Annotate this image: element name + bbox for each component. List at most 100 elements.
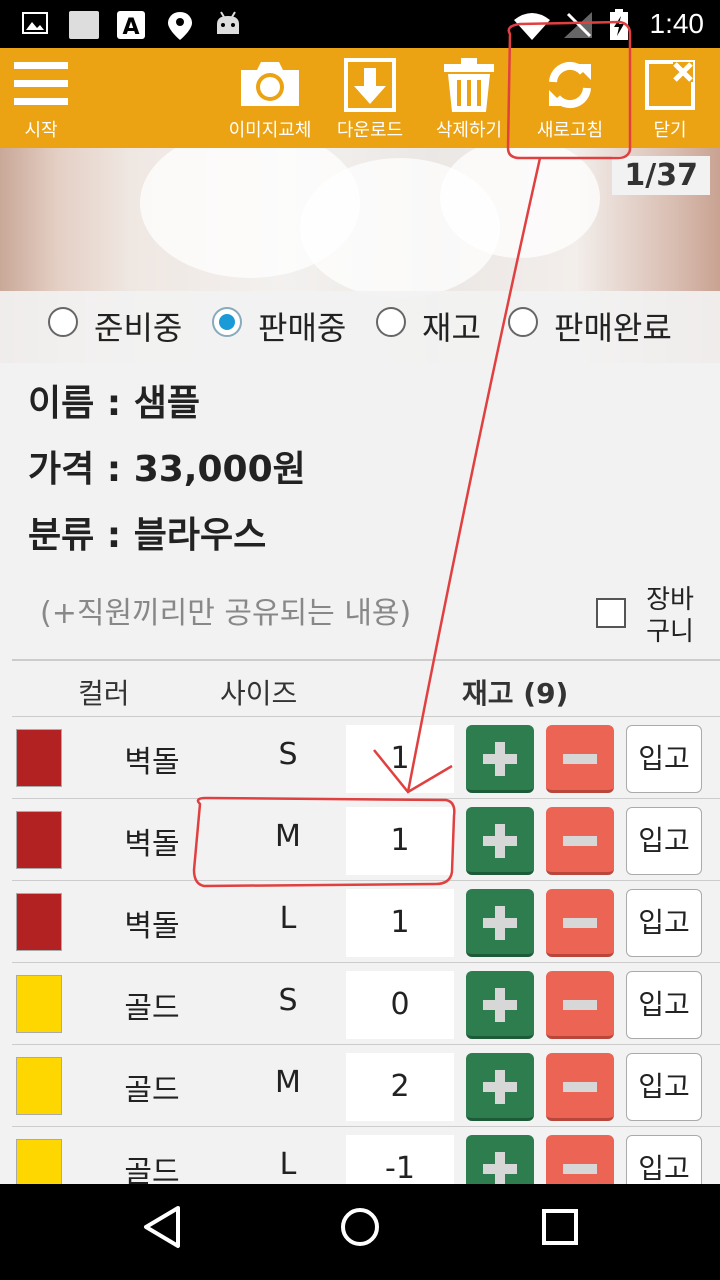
close-button[interactable]: 닫기 <box>634 48 706 148</box>
trash-icon <box>444 58 494 112</box>
top-toolbar: 시작 이미지교체 다운로드 삭제하기 새로고침 닫기 <box>0 48 720 148</box>
size-value: M <box>275 819 301 854</box>
memo-field[interactable]: (+직원끼리만 공유되는 내용) <box>40 588 411 632</box>
image-notification-icon <box>22 12 48 34</box>
dress-ruffle-shape <box>440 148 600 258</box>
increase-button[interactable] <box>466 807 534 875</box>
a-notification-icon: A <box>117 11 145 40</box>
download-button[interactable]: 다운로드 <box>328 48 412 148</box>
decrease-button[interactable] <box>546 807 614 875</box>
color-name: 벽돌 <box>124 909 180 944</box>
size-value: S <box>278 737 298 772</box>
radio-circle-checked <box>212 307 242 337</box>
receive-stock-button[interactable]: 입고 <box>626 1053 702 1121</box>
header-stock: 재고 (9) <box>462 677 569 710</box>
product-category: 분류 : 블라우스 <box>28 515 267 556</box>
product-price: 가격 : 33,000원 <box>28 449 306 490</box>
quantity-field[interactable]: 2 <box>346 1053 454 1121</box>
quantity-field[interactable]: 1 <box>346 889 454 957</box>
stock-table: 벽돌 S 1 입고 벽돌 M 1 입고 벽돌 L 1 입고 골드 S 0 입고 … <box>0 716 720 1184</box>
menu-label: 시작 <box>24 120 58 141</box>
quantity-field[interactable]: 0 <box>346 971 454 1039</box>
receive-stock-button[interactable]: 입고 <box>626 725 702 793</box>
radio-label: 판매완료 <box>554 309 672 347</box>
hamburger-menu-icon <box>14 62 68 105</box>
quantity-field[interactable]: 1 <box>346 725 454 793</box>
color-name: 골드 <box>124 1155 180 1184</box>
size-value: S <box>278 983 298 1018</box>
camera-icon <box>241 62 299 106</box>
decrease-button[interactable] <box>546 1053 614 1121</box>
location-notification-icon <box>168 12 192 40</box>
color-name: 골드 <box>124 991 180 1026</box>
signal-off-icon <box>564 12 592 38</box>
decrease-button[interactable] <box>546 1135 614 1184</box>
menu-button[interactable]: 시작 <box>8 48 74 148</box>
increase-button[interactable] <box>466 1135 534 1184</box>
quantity-field[interactable]: 1 <box>346 807 454 875</box>
refresh-button[interactable]: 새로고침 <box>526 48 614 148</box>
size-value: L <box>279 1147 297 1182</box>
delete-label: 삭제하기 <box>435 120 503 141</box>
quantity-field[interactable]: -1 <box>346 1135 454 1184</box>
cart-label: 장바 구니 <box>646 585 694 647</box>
status-radio-group: 준비중 판매중 재고 판매완료 <box>0 291 720 363</box>
image-counter: 1/37 <box>612 156 710 195</box>
color-name: 벽돌 <box>124 745 180 780</box>
download-icon <box>344 58 396 112</box>
color-swatch <box>16 1057 62 1115</box>
radio-label: 준비중 <box>94 309 183 347</box>
header-color: 컬러 <box>78 677 130 710</box>
increase-button[interactable] <box>466 725 534 793</box>
decrease-button[interactable] <box>546 971 614 1039</box>
system-nav-bar <box>0 1184 720 1280</box>
increase-button[interactable] <box>466 1053 534 1121</box>
cart-checkbox[interactable] <box>596 598 626 628</box>
svg-text:A: A <box>122 15 139 40</box>
product-name: 이름 : 샘플 <box>28 383 200 424</box>
recents-icon[interactable] <box>540 1202 580 1252</box>
delete-button[interactable]: 삭제하기 <box>426 48 512 148</box>
color-name: 골드 <box>124 1073 180 1108</box>
increase-button[interactable] <box>466 971 534 1039</box>
radio-circle <box>508 307 538 337</box>
radio-label: 재고 <box>422 309 481 347</box>
close-label: 닫기 <box>653 120 687 141</box>
increase-button[interactable] <box>466 889 534 957</box>
product-image[interactable]: 1/37 준비중 판매중 재고 판매완료 <box>0 148 720 363</box>
table-row: 벽돌 L 1 입고 <box>12 880 720 962</box>
change-image-label: 이미지교체 <box>228 120 312 141</box>
table-row: 골드 M 2 입고 <box>12 1044 720 1126</box>
size-value: M <box>275 1065 301 1100</box>
radio-circle <box>48 307 78 337</box>
table-row: 벽돌 M 1 입고 <box>12 798 720 880</box>
color-swatch <box>16 975 62 1033</box>
color-swatch <box>16 893 62 951</box>
battery-charging-icon <box>610 9 628 40</box>
receive-stock-button[interactable]: 입고 <box>626 1135 702 1184</box>
status-bar: A 1:40 <box>0 0 720 48</box>
table-row: 벽돌 S 1 입고 <box>12 716 720 798</box>
color-swatch <box>16 729 62 787</box>
blank-notification-icon <box>69 11 99 39</box>
android-notification-icon <box>217 11 239 34</box>
home-icon[interactable] <box>338 1202 382 1252</box>
receive-stock-button[interactable]: 입고 <box>626 971 702 1039</box>
refresh-label: 새로고침 <box>536 120 604 141</box>
table-row: 골드 L -1 입고 <box>12 1126 720 1184</box>
clock: 1:40 <box>649 8 705 39</box>
back-icon[interactable] <box>140 1202 184 1252</box>
table-divider <box>12 659 720 661</box>
decrease-button[interactable] <box>546 725 614 793</box>
size-value: L <box>279 901 297 936</box>
color-swatch <box>16 811 62 869</box>
receive-stock-button[interactable]: 입고 <box>626 807 702 875</box>
change-image-button[interactable]: 이미지교체 <box>222 48 318 148</box>
download-label: 다운로드 <box>336 120 404 141</box>
decrease-button[interactable] <box>546 889 614 957</box>
color-name: 벽돌 <box>124 827 180 862</box>
header-size: 사이즈 <box>220 677 298 710</box>
refresh-icon <box>549 61 591 109</box>
receive-stock-button[interactable]: 입고 <box>626 889 702 957</box>
table-row: 골드 S 0 입고 <box>12 962 720 1044</box>
